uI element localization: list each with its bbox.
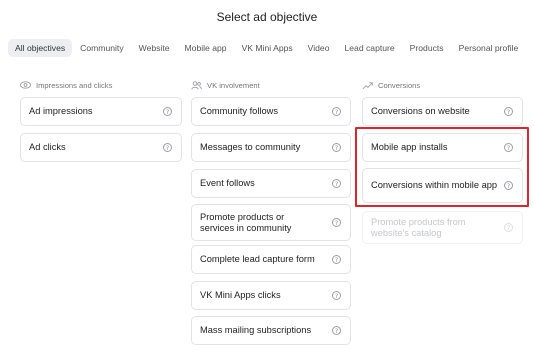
help-icon[interactable]: ? [332, 218, 341, 227]
column-impressions-heading-wrap: Impressions and clicks [20, 79, 112, 97]
column-conversions-heading-wrap: Conversions [362, 79, 420, 97]
highlight-box [355, 127, 529, 207]
column-heading-label: VK involvement [207, 80, 260, 90]
objective-label: Event follows [200, 178, 255, 188]
objective-label: Mass mailing subscriptions [200, 325, 312, 335]
help-icon[interactable]: ? [332, 326, 341, 335]
column-heading-label: Impressions and clicks [36, 80, 113, 90]
tab-all-objectives[interactable]: All objectives [8, 39, 73, 57]
objective-vk-mini-apps-clicks[interactable]: VK Mini Apps clicks ? [191, 281, 351, 310]
column-vk-heading-wrap: VK involvement [191, 79, 260, 97]
objective-label: Conversions on website [371, 106, 470, 116]
column-heading-conversions: Conversions [362, 79, 420, 91]
help-icon[interactable]: ? [163, 107, 172, 116]
column-heading-label: Conversions [378, 80, 421, 90]
column-heading-vk: VK involvement [191, 79, 260, 91]
tab-personal-profile[interactable]: Personal profile [452, 39, 526, 57]
objective-label: Complete lead capture form [200, 254, 315, 264]
eye-icon [20, 81, 31, 90]
help-icon[interactable]: ? [332, 291, 341, 300]
tab-lead-capture[interactable]: Lead capture [338, 39, 402, 57]
help-icon[interactable]: ? [332, 107, 341, 116]
tab-mobile-app[interactable]: Mobile app [178, 39, 234, 57]
objective-ad-impressions[interactable]: Ad impressions ? [20, 97, 182, 126]
objective-label: VK Mini Apps clicks [200, 290, 281, 300]
people-icon [191, 80, 202, 90]
objective-tabs: All objectives Community Website Mobile … [8, 38, 534, 58]
objective-event-follows[interactable]: Event follows ? [191, 169, 351, 198]
help-icon[interactable]: ? [504, 107, 513, 116]
help-icon[interactable]: ? [332, 143, 341, 152]
objective-mass-mailing-subscriptions[interactable]: Mass mailing subscriptions ? [191, 316, 351, 345]
objective-label: Messages to community [200, 142, 301, 152]
objective-messages-to-community[interactable]: Messages to community ? [191, 133, 351, 162]
tab-video[interactable]: Video [301, 39, 337, 57]
trend-up-icon [362, 81, 373, 90]
objective-promote-products-website-catalog: Promote products from website's catalog … [362, 211, 523, 244]
objective-label: Community follows [200, 106, 279, 116]
tab-community[interactable]: Community [73, 39, 130, 57]
column-heading-impressions: Impressions and clicks [20, 79, 112, 91]
dialog-title: Select ad objective [216, 10, 318, 24]
help-icon[interactable]: ? [332, 255, 341, 264]
objective-community-follows[interactable]: Community follows ? [191, 97, 351, 126]
objective-complete-lead-form[interactable]: Complete lead capture form ? [191, 245, 351, 274]
objective-ad-clicks[interactable]: Ad clicks ? [20, 133, 182, 162]
objective-label: Ad clicks [29, 142, 66, 152]
objective-label: Promote products from website's catalog [371, 216, 466, 238]
objective-promote-products-community[interactable]: Promote products or services in communit… [191, 204, 351, 241]
tab-website[interactable]: Website [132, 39, 177, 57]
objective-label: Promote products or services in communit… [200, 211, 292, 233]
help-icon[interactable]: ? [163, 143, 172, 152]
tab-vk-mini-apps[interactable]: VK Mini Apps [235, 39, 300, 57]
help-icon: ? [504, 223, 513, 232]
tab-products[interactable]: Products [403, 39, 451, 57]
help-icon[interactable]: ? [332, 179, 341, 188]
objective-label: Ad impressions [29, 106, 93, 116]
objective-conversions-on-website[interactable]: Conversions on website ? [362, 97, 523, 126]
